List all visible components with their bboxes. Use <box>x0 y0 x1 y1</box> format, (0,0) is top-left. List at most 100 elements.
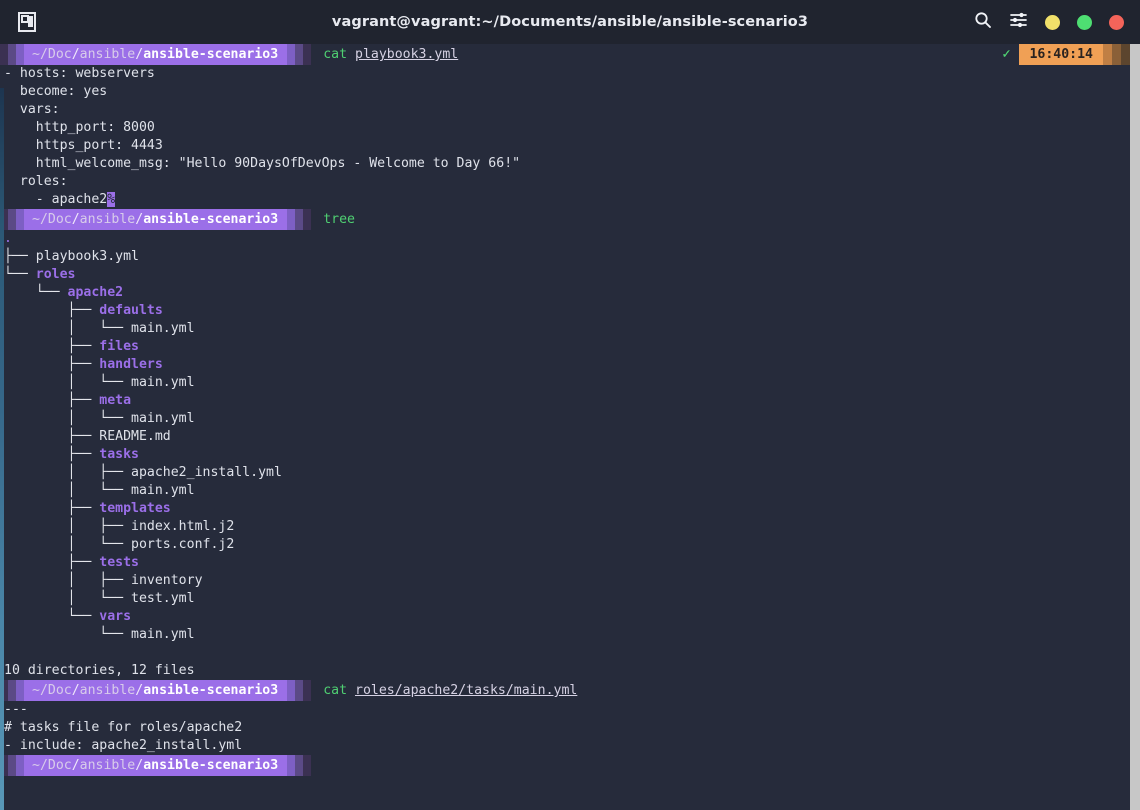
output-line: └── vars <box>0 608 1140 626</box>
prompt-path-dir: ansible <box>79 683 136 698</box>
prompt-path-leaf: ansible-scenario3 <box>143 758 279 773</box>
tree-branch: ├── <box>4 249 36 264</box>
file-name: index.html.j2 <box>131 519 235 534</box>
prompt-path-prefix: ~/ <box>32 212 48 227</box>
output-line: └── apache2 <box>0 284 1140 302</box>
directory-name: vars <box>99 609 132 624</box>
prompt-path: ~/Doc / ansible / ansible-scenario3 <box>24 680 288 701</box>
file-name: inventory <box>131 573 203 588</box>
output-line: http_port: 8000 <box>0 119 1140 137</box>
prompt-path: ~/Doc / ansible / ansible-scenario3 <box>24 44 288 65</box>
timestamp-block <box>1112 44 1121 65</box>
output-line: │ ├── inventory <box>0 572 1140 590</box>
output-line: 10 directories, 12 files <box>0 662 1140 680</box>
file-name: main.yml <box>131 627 195 642</box>
output-text: - apache2 <box>4 192 108 207</box>
no-newline-marker: % <box>107 192 116 207</box>
output-line: roles: <box>0 173 1140 191</box>
prompt-block <box>16 680 24 701</box>
prompt-line[interactable]: ~/Doc / ansible / ansible-scenario3 cat playbo… <box>0 44 1140 65</box>
terminal-tab-icon[interactable] <box>0 12 54 32</box>
prompt-path-sep: / <box>71 212 80 227</box>
prompt-block <box>295 755 304 776</box>
timestamp-block <box>1121 44 1130 65</box>
tree-branch: ├── <box>4 393 100 408</box>
tree-branch: │ └── <box>4 537 132 552</box>
prompt-path: ~/Doc / ansible / ansible-scenario3 <box>24 755 288 776</box>
tree-branch: ├── <box>4 501 100 516</box>
output-text: - hosts: webservers <box>4 66 155 81</box>
output-line: │ ├── index.html.j2 <box>0 518 1140 536</box>
maximize-dot[interactable] <box>1077 14 1092 30</box>
command-name: cat <box>323 47 348 62</box>
prompt-path-mid: Doc <box>47 683 72 698</box>
output-text: https_port: 4443 <box>4 138 163 153</box>
prompt-path-segment: ~/Doc / ansible / ansible-scenario3 <box>0 680 312 701</box>
desktop-edge-strip <box>0 88 4 810</box>
output-line: ├── templates <box>0 500 1140 518</box>
terminal-tab-icon-glyph <box>18 12 36 32</box>
output-line: https_port: 4443 <box>0 137 1140 155</box>
output-line: └── main.yml <box>0 626 1140 644</box>
window-title: vagrant@vagrant:~/Documents/ansible/ansi… <box>331 14 809 30</box>
output-text: - include: apache2_install.yml <box>4 738 243 753</box>
prompt-path-segment: ~/Doc / ansible / ansible-scenario3 <box>0 44 312 65</box>
tree-branch: │ └── <box>4 321 132 336</box>
prompt-block <box>16 209 24 230</box>
tree-branch: ├── <box>4 303 100 318</box>
directory-name: apache2 <box>67 285 124 300</box>
output-text: http_port: 8000 <box>4 120 155 135</box>
output-line: ├── playbook3.yml <box>0 248 1140 266</box>
prompt-path-dir: ansible <box>79 212 136 227</box>
prompt-line[interactable]: ~/Doc / ansible / ansible-scenario3 cat roles/… <box>0 44 1140 701</box>
output-line: vars: <box>0 101 1140 119</box>
search-icon[interactable] <box>974 11 992 33</box>
settings-icon[interactable] <box>1009 11 1028 33</box>
output-line: ├── meta <box>0 392 1140 410</box>
output-line: │ └── main.yml <box>0 320 1140 338</box>
file-name: main.yml <box>131 483 195 498</box>
tree-branch: ├── <box>4 555 100 570</box>
prompt-block <box>303 680 312 701</box>
terminal-scrollbar[interactable] <box>1130 44 1140 810</box>
command-argument[interactable]: playbook3.yml <box>347 44 458 65</box>
directory-name: files <box>99 339 139 354</box>
prompt-status-cluster: ✓ 16:40:14 <box>998 44 1130 65</box>
directory-name: tasks <box>99 447 139 462</box>
output-text: . <box>4 231 12 246</box>
output-line: ├── handlers <box>0 356 1140 374</box>
prompt-block <box>287 44 296 65</box>
output-text: 10 directories, 12 files <box>4 663 195 678</box>
prompt-path-sep: / <box>135 758 144 773</box>
file-name: ports.conf.j2 <box>131 537 235 552</box>
tree-branch: │ └── <box>4 483 132 498</box>
directory-name: defaults <box>99 303 163 318</box>
prompt-path-mid: Doc <box>47 758 72 773</box>
tree-branch: │ └── <box>4 591 132 606</box>
output-line: │ └── main.yml <box>0 374 1140 392</box>
tree-branch: ├── <box>4 339 100 354</box>
prompt-block <box>287 209 296 230</box>
output-text: become: yes <box>4 84 108 99</box>
prompt-path-prefix: ~/ <box>32 47 48 62</box>
terminal-body[interactable]: ~/Doc / ansible / ansible-scenario3 cat playbo… <box>0 44 1140 810</box>
directory-name: roles <box>35 267 76 282</box>
prompt-line[interactable]: ~/Doc/ansible/ansible-scenario3tree✓16:3… <box>0 44 1140 230</box>
prompt-line[interactable]: ~/Doc / ansible / ansible-scenario3 ✓ 16:40:14 <box>0 44 1140 776</box>
output-line: │ └── ports.conf.j2 <box>0 536 1140 554</box>
file-name: main.yml <box>131 411 195 426</box>
prompt-path-segment: ~/Doc / ansible / ansible-scenario3 <box>0 755 312 776</box>
directory-name: tests <box>99 555 139 570</box>
command-name: tree <box>323 212 355 227</box>
minimize-dot[interactable] <box>1045 14 1060 30</box>
tree-branch: └── <box>4 285 68 300</box>
prompt-path-leaf: ansible-scenario3 <box>143 47 279 62</box>
settings-icon-glyph <box>1010 12 1027 28</box>
output-line: - apache2% <box>0 191 1140 209</box>
command-argument[interactable]: roles/apache2/tasks/main.yml <box>347 680 577 701</box>
close-dot[interactable] <box>1109 14 1124 30</box>
tree-branch: ├── <box>4 357 100 372</box>
timestamp-block <box>1103 44 1112 65</box>
output-line: ├── tasks <box>0 446 1140 464</box>
